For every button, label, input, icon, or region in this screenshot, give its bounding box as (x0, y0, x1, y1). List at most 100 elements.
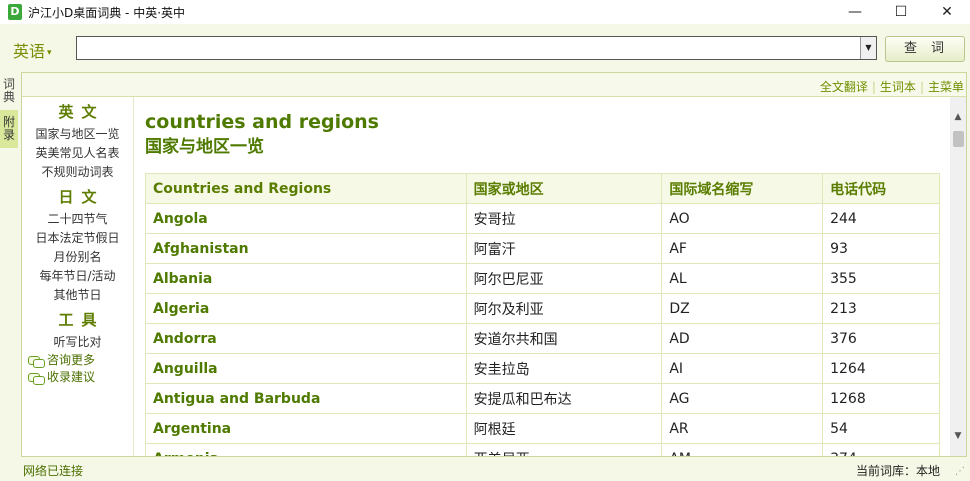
sidebar-item-solar-terms[interactable]: 二十四节气 (22, 210, 133, 229)
section-title-english: 英文 (58, 103, 105, 121)
dictionary-source: 当前词库：本地 (855, 464, 940, 478)
domain-code: AI (661, 353, 824, 384)
table-row: Angola 安哥拉 AO 244 (145, 203, 940, 234)
table-row: Argentina 阿根廷 AR 54 (145, 413, 940, 444)
phone-code: 244 (822, 203, 940, 234)
table-row: Armenia亚美尼亚AM374 (145, 443, 940, 456)
domain-code: AL (661, 263, 824, 294)
country-cn: 阿根廷 (465, 413, 663, 444)
close-button[interactable]: ✕ (924, 0, 970, 24)
scroll-up-icon[interactable]: ▲ (950, 109, 966, 125)
country-en: Afghanistan (145, 233, 467, 264)
section-title-tools: 工具 (58, 311, 105, 329)
page-title-en: countries and regions (145, 111, 379, 133)
full-translate-link[interactable]: 全文翻译 (820, 80, 868, 94)
resize-grip-icon[interactable]: ⋰ (955, 466, 967, 478)
sidebar-item-other-festivals[interactable]: 其他节日 (22, 286, 133, 305)
top-links: 全文翻译 | 生词本 | 主菜单 (820, 78, 964, 95)
country-en: Angola (145, 203, 467, 234)
domain-code: AM (661, 443, 824, 456)
page-title-cn: 国家与地区一览 (145, 137, 264, 157)
divider: | (919, 80, 924, 94)
sidebar-item-names[interactable]: 英美常见人名表 (22, 144, 133, 163)
country-en: Andorra (145, 323, 467, 354)
content-area: countries and regions 国家与地区一览 Countries … (135, 97, 950, 456)
country-en: Argentina (145, 413, 467, 444)
phone-code: 93 (822, 233, 940, 264)
window-controls: — ☐ ✕ (832, 0, 970, 24)
phone-code: 1264 (822, 353, 940, 384)
scroll-down-icon[interactable]: ▼ (950, 428, 966, 444)
country-cn: 阿尔巴尼亚 (465, 263, 663, 294)
country-cn: 安圭拉岛 (465, 353, 663, 384)
maximize-button[interactable]: ☐ (878, 0, 924, 24)
consult-more-link[interactable]: 咨询更多 (22, 352, 133, 369)
vertical-scrollbar[interactable]: ▲ ▼ (950, 97, 966, 456)
phone-code: 376 (822, 323, 940, 354)
chat-bubble-icon (28, 372, 45, 385)
sidebar-item-irregular-verbs[interactable]: 不规则动词表 (22, 163, 133, 182)
domain-code: DZ (661, 293, 824, 324)
table-header-row: Countries and Regions 国家或地区 国际域名缩写 电话代码 (145, 173, 940, 204)
language-selector[interactable]: 英语 ▾ (13, 38, 52, 62)
appendix-sidebar: 英文 国家与地区一览 英美常见人名表 不规则动词表 日文 二十四节气 日本法定节… (22, 97, 134, 456)
scrollbar-thumb[interactable] (953, 131, 964, 147)
top-link-bar: 全文翻译 | 生词本 | 主菜单 (22, 73, 966, 97)
main-menu-link[interactable]: 主菜单 (928, 80, 964, 94)
domain-code: AO (661, 203, 824, 234)
search-input[interactable] (77, 37, 857, 59)
network-status: 网络已连接 (23, 464, 84, 478)
tab-appendix[interactable]: 附录 (0, 110, 18, 148)
sidebar-item-holidays[interactable]: 日本法定节假日 (22, 229, 133, 248)
column-header: 国家或地区 (465, 173, 663, 204)
table-row: Andorra 安道尔共和国 AD 376 (145, 323, 940, 354)
table-row: Antigua and Barbuda 安提瓜和巴布达 AG 1268 (145, 383, 940, 414)
minimize-button[interactable]: — (832, 0, 878, 24)
country-en: Antigua and Barbuda (145, 383, 467, 414)
country-en: Albania (145, 263, 467, 294)
window-title: 沪江小D桌面词典 - 中英·英中 (28, 5, 186, 20)
search-bar: 英语 ▾ ▼ 查词 (0, 24, 970, 72)
suggest-entry-label: 收录建议 (47, 370, 96, 384)
country-cn: 亚美尼亚 (465, 443, 663, 456)
suggest-entry-link[interactable]: 收录建议 (22, 369, 133, 386)
country-cn: 安道尔共和国 (465, 323, 663, 354)
phone-code: 1268 (822, 383, 940, 414)
sidebar-item-month-names[interactable]: 月份别名 (22, 248, 133, 267)
divider: | (871, 80, 876, 94)
tab-dictionary[interactable]: 词典 (3, 72, 15, 110)
table-row: Albania 阿尔巴尼亚 AL 355 (145, 263, 940, 294)
country-en: Anguilla (145, 353, 467, 384)
phone-code: 213 (822, 293, 940, 324)
phone-code: 355 (822, 263, 940, 294)
vocab-book-link[interactable]: 生词本 (880, 80, 916, 94)
domain-code: AD (661, 323, 824, 354)
sidebar-item-countries[interactable]: 国家与地区一览 (22, 125, 133, 144)
search-combobox[interactable]: ▼ (76, 36, 877, 60)
sidebar-item-dictation[interactable]: 听写比对 (22, 333, 133, 352)
phone-code: 374 (822, 443, 940, 456)
title-bar: D 沪江小D桌面词典 - 中英·英中 — ☐ ✕ (0, 0, 970, 24)
sidebar-item-annual-events[interactable]: 每年节日/活动 (22, 267, 133, 286)
caret-down-icon: ▾ (47, 47, 52, 58)
app-logo-icon: D (8, 4, 22, 20)
language-label: 英语 (13, 42, 46, 61)
country-cn: 安哥拉 (465, 203, 663, 234)
countries-table: Countries and Regions 国家或地区 国际域名缩写 电话代码 … (145, 173, 940, 456)
country-en: Armenia (145, 443, 467, 456)
country-en: Algeria (145, 293, 467, 324)
domain-code: AG (661, 383, 824, 414)
consult-more-label: 咨询更多 (47, 353, 96, 367)
search-button[interactable]: 查词 (885, 36, 965, 62)
table-row: Algeria 阿尔及利亚 DZ 213 (145, 293, 940, 324)
chat-bubble-icon (28, 355, 45, 368)
chevron-down-icon[interactable]: ▼ (860, 37, 876, 59)
domain-code: AF (661, 233, 824, 264)
column-header: 国际域名缩写 (661, 173, 824, 204)
country-cn: 阿富汗 (465, 233, 663, 264)
column-header: 电话代码 (822, 173, 940, 204)
column-header: Countries and Regions (145, 173, 467, 204)
main-panel: 全文翻译 | 生词本 | 主菜单 英文 国家与地区一览 英美常见人名表 不规则动词表 日… (21, 72, 967, 457)
vertical-tabs: 词典 附录 (0, 72, 20, 457)
status-bar: 网络已连接 当前词库：本地 ⋰ (0, 457, 970, 481)
